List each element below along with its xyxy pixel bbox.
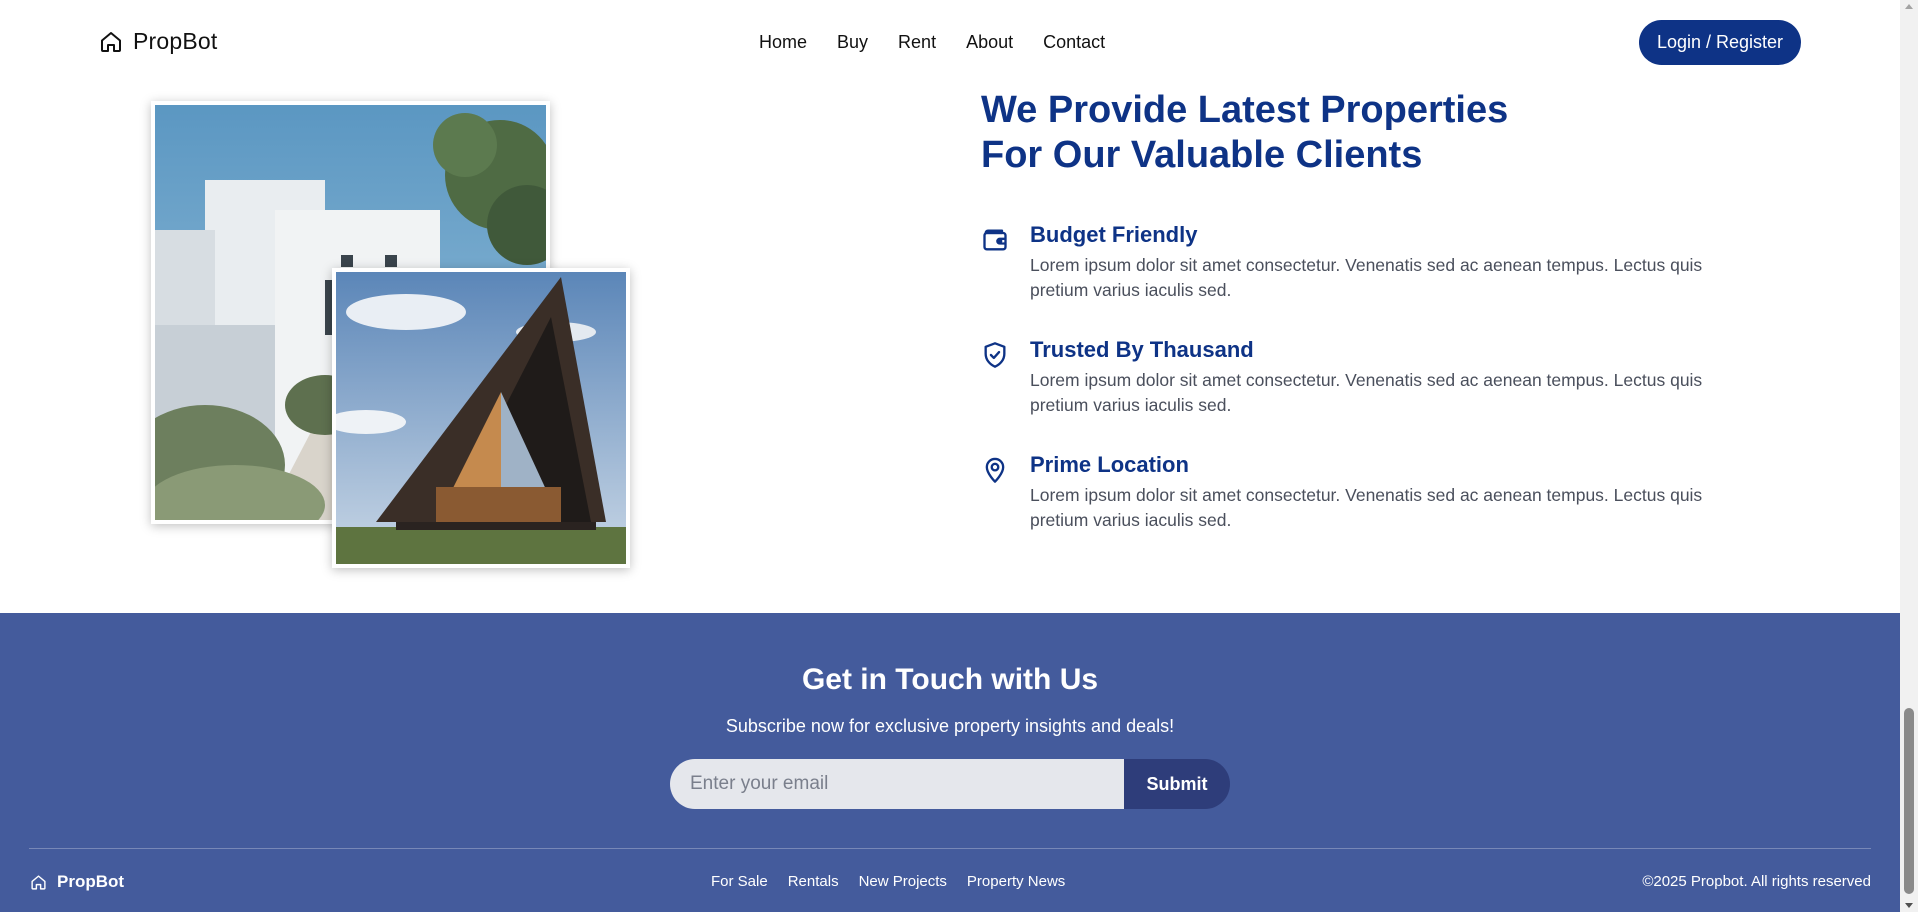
- scroll-down-arrow-icon[interactable]: [1905, 903, 1913, 908]
- footer-links: For Sale Rentals New Projects Property N…: [711, 873, 1065, 890]
- footer-brand[interactable]: PropBot: [30, 872, 124, 892]
- a-frame-house-photo: [332, 268, 630, 568]
- brand-logo[interactable]: PropBot: [99, 28, 218, 55]
- footer-link-for-sale[interactable]: For Sale: [711, 873, 768, 890]
- footer-link-new-projects[interactable]: New Projects: [859, 873, 947, 890]
- wallet-icon: [981, 226, 1009, 254]
- shield-check-icon: [981, 341, 1009, 369]
- home-icon: [99, 30, 123, 54]
- email-input[interactable]: [670, 759, 1124, 809]
- feature-title: Prime Location: [1030, 452, 1189, 477]
- top-navbar: PropBot Home Buy Rent About Contact Logi…: [0, 0, 1900, 86]
- feature-title: Budget Friendly: [1030, 222, 1198, 247]
- headline-line-2: For Our Valuable Clients: [981, 134, 1423, 176]
- feature-description: Lorem ipsum dolor sit amet consectetur. …: [1030, 485, 1703, 530]
- copyright-text: ©2025 Propbot. All rights reserved: [1642, 873, 1871, 890]
- nav-link-buy[interactable]: Buy: [837, 32, 868, 53]
- scrollbar-thumb[interactable]: [1904, 708, 1914, 894]
- contact-title: Get in Touch with Us: [801, 663, 1099, 696]
- feature-title: Trusted By Thausand: [1030, 337, 1254, 362]
- nav-link-rent[interactable]: Rent: [898, 32, 936, 53]
- feature-description: Lorem ipsum dolor sit amet consectetur. …: [1030, 255, 1703, 300]
- brand-name: PropBot: [133, 28, 218, 54]
- footer-brand-name: PropBot: [57, 872, 125, 891]
- headline-line-1: We Provide Latest Properties: [981, 89, 1509, 131]
- contact-subtitle: Subscribe now for exclusive property ins…: [725, 716, 1175, 736]
- footer-link-rentals[interactable]: Rentals: [788, 873, 839, 890]
- nav-link-contact[interactable]: Contact: [1043, 32, 1105, 53]
- home-icon: [30, 874, 47, 891]
- page-scrollbar[interactable]: [1900, 0, 1918, 912]
- nav-link-home[interactable]: Home: [759, 32, 807, 53]
- footer-link-property-news[interactable]: Property News: [967, 873, 1065, 890]
- scroll-up-arrow-icon[interactable]: [1905, 4, 1913, 9]
- footer-divider: [29, 848, 1871, 849]
- contact-section: Get in Touch with Us Subscribe now for e…: [0, 613, 1900, 912]
- nav-link-about[interactable]: About: [966, 32, 1013, 53]
- submit-button[interactable]: Submit: [1124, 759, 1230, 809]
- map-pin-icon: [981, 456, 1009, 484]
- feature-description: Lorem ipsum dolor sit amet consectetur. …: [1030, 370, 1703, 415]
- login-register-button[interactable]: Login / Register: [1639, 20, 1801, 65]
- section-headline: We Provide Latest Properties For Our Val…: [981, 88, 1508, 178]
- nav-links: Home Buy Rent About Contact: [759, 32, 1105, 53]
